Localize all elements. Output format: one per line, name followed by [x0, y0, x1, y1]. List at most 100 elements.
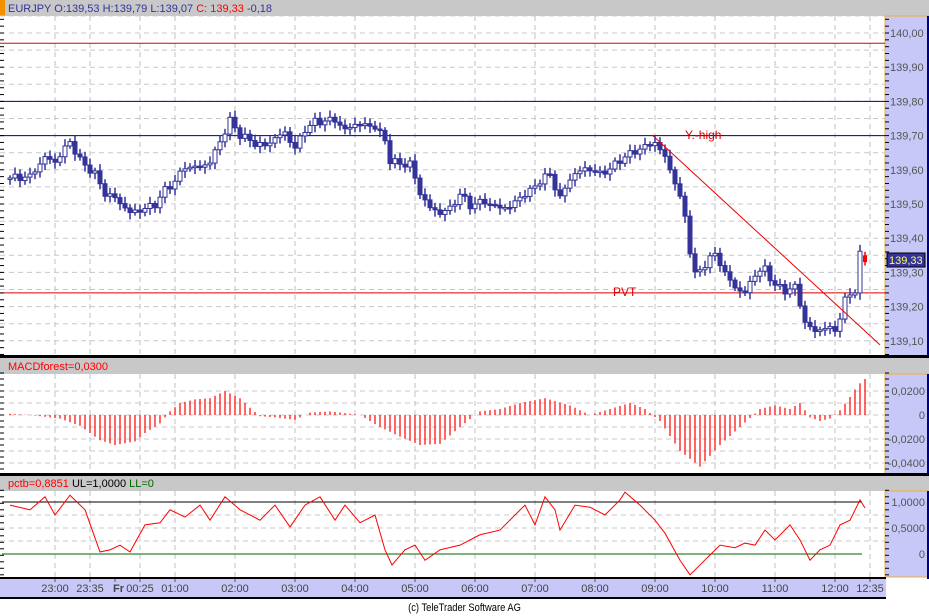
candle-body — [217, 141, 223, 151]
candle-body — [147, 202, 153, 210]
pctb-plot-area[interactable] — [0, 491, 885, 577]
candle-body — [692, 253, 698, 273]
candle-body — [177, 170, 183, 182]
candle-body — [87, 164, 93, 174]
pctb-ul: UL=1,0000 — [72, 478, 126, 490]
candle-body — [57, 156, 63, 163]
candle-body — [122, 203, 128, 209]
candle-body — [847, 294, 853, 298]
copyright-footer: (c) TeleTrader Software AG — [408, 602, 521, 614]
candle-body — [527, 187, 533, 197]
pctb-ll: LL=0 — [129, 478, 154, 490]
macd-tick-label: -0,0400 — [888, 458, 925, 470]
candle-body — [552, 173, 558, 191]
candle-body — [602, 170, 608, 175]
candle-body — [562, 187, 568, 197]
candle-body — [337, 121, 343, 126]
candle-body — [597, 170, 603, 174]
candle-body — [662, 149, 668, 157]
candle-body — [482, 198, 488, 205]
candle-body — [737, 287, 743, 292]
candle-body — [132, 209, 138, 214]
candle-body — [677, 183, 683, 197]
candle-body — [247, 133, 253, 141]
candle-body — [297, 135, 303, 149]
candle-body — [752, 275, 758, 282]
price-tick-label: 139,70 — [890, 131, 924, 143]
candle-body — [392, 158, 398, 165]
candle-body — [792, 283, 798, 290]
macd-plot-area[interactable] — [0, 374, 885, 474]
candle-body — [712, 252, 718, 257]
price-tick-label: 139,60 — [890, 165, 924, 177]
candle-body — [17, 173, 23, 182]
chart-canvas[interactable]: EURJPY O:139,53 H:139,79 L:139,07 C: 139… — [0, 0, 929, 600]
low-value: L:139,07 — [150, 3, 193, 15]
candle-body — [687, 215, 693, 255]
panel-divider — [0, 473, 929, 476]
candle-body — [42, 156, 48, 165]
candle-body — [22, 176, 28, 182]
candle-body — [702, 267, 708, 271]
candle-body — [617, 160, 623, 164]
candle-body — [82, 156, 88, 166]
pctb-tick-label: 1,0000 — [891, 497, 925, 509]
candle-body — [822, 328, 828, 331]
candle-body — [312, 117, 318, 126]
symbol: EURJPY — [8, 3, 52, 15]
candle-body — [377, 128, 383, 132]
candle-body — [557, 189, 563, 197]
candle-body — [137, 209, 143, 213]
candle-body — [272, 137, 278, 144]
time-label: 08:00 — [581, 583, 609, 595]
candle-body — [457, 193, 463, 206]
last-price-text: 139,33 — [889, 255, 923, 267]
time-label: 10:00 — [701, 583, 729, 595]
candle-body — [757, 270, 763, 277]
time-label: 05:00 — [401, 583, 429, 595]
candle-body — [512, 200, 518, 209]
pctb-tick-label: 0,5000 — [891, 523, 925, 535]
candle-body — [62, 145, 68, 158]
time-label: 23:35 — [76, 583, 104, 595]
candle-body — [207, 162, 213, 166]
candle-body — [212, 149, 218, 164]
candle-body — [472, 203, 478, 210]
candle-body — [732, 279, 738, 289]
candle-body — [422, 194, 428, 201]
candle-body — [192, 165, 198, 169]
candle-body — [142, 208, 148, 213]
macd-header-bar — [0, 358, 929, 374]
candle-body — [452, 204, 458, 207]
price-tick-label: 140,00 — [890, 28, 924, 40]
candle-body — [572, 173, 578, 181]
candle-body — [167, 186, 173, 190]
candle-body — [37, 163, 43, 173]
candle-body — [332, 116, 338, 123]
candle-body — [172, 180, 178, 190]
candle-body — [52, 158, 58, 163]
candle-body — [502, 206, 508, 210]
candle-body — [727, 271, 733, 281]
time-label: 09:00 — [641, 583, 669, 595]
price-tick-label: 139,90 — [890, 62, 924, 74]
candle-body — [797, 283, 803, 307]
candle-body — [77, 153, 83, 158]
candle-body — [762, 265, 768, 272]
candle-body — [352, 123, 358, 129]
candle-body — [522, 195, 528, 199]
candle-body — [102, 183, 108, 197]
candle-body — [682, 195, 688, 217]
time-label: 04:00 — [341, 583, 369, 595]
time-label: 11:00 — [762, 583, 789, 595]
candle-body — [27, 173, 33, 178]
orange-marker-icon — [0, 0, 5, 16]
price-tick-label: 139,80 — [890, 96, 924, 108]
pctb-label: pctb=0,8851 — [8, 478, 69, 490]
candle-body — [262, 141, 268, 147]
candle-body — [642, 144, 648, 150]
candle-body — [807, 321, 813, 328]
time-label: Fr — [113, 583, 125, 595]
candle-body — [157, 196, 163, 209]
candle-body — [342, 124, 348, 130]
